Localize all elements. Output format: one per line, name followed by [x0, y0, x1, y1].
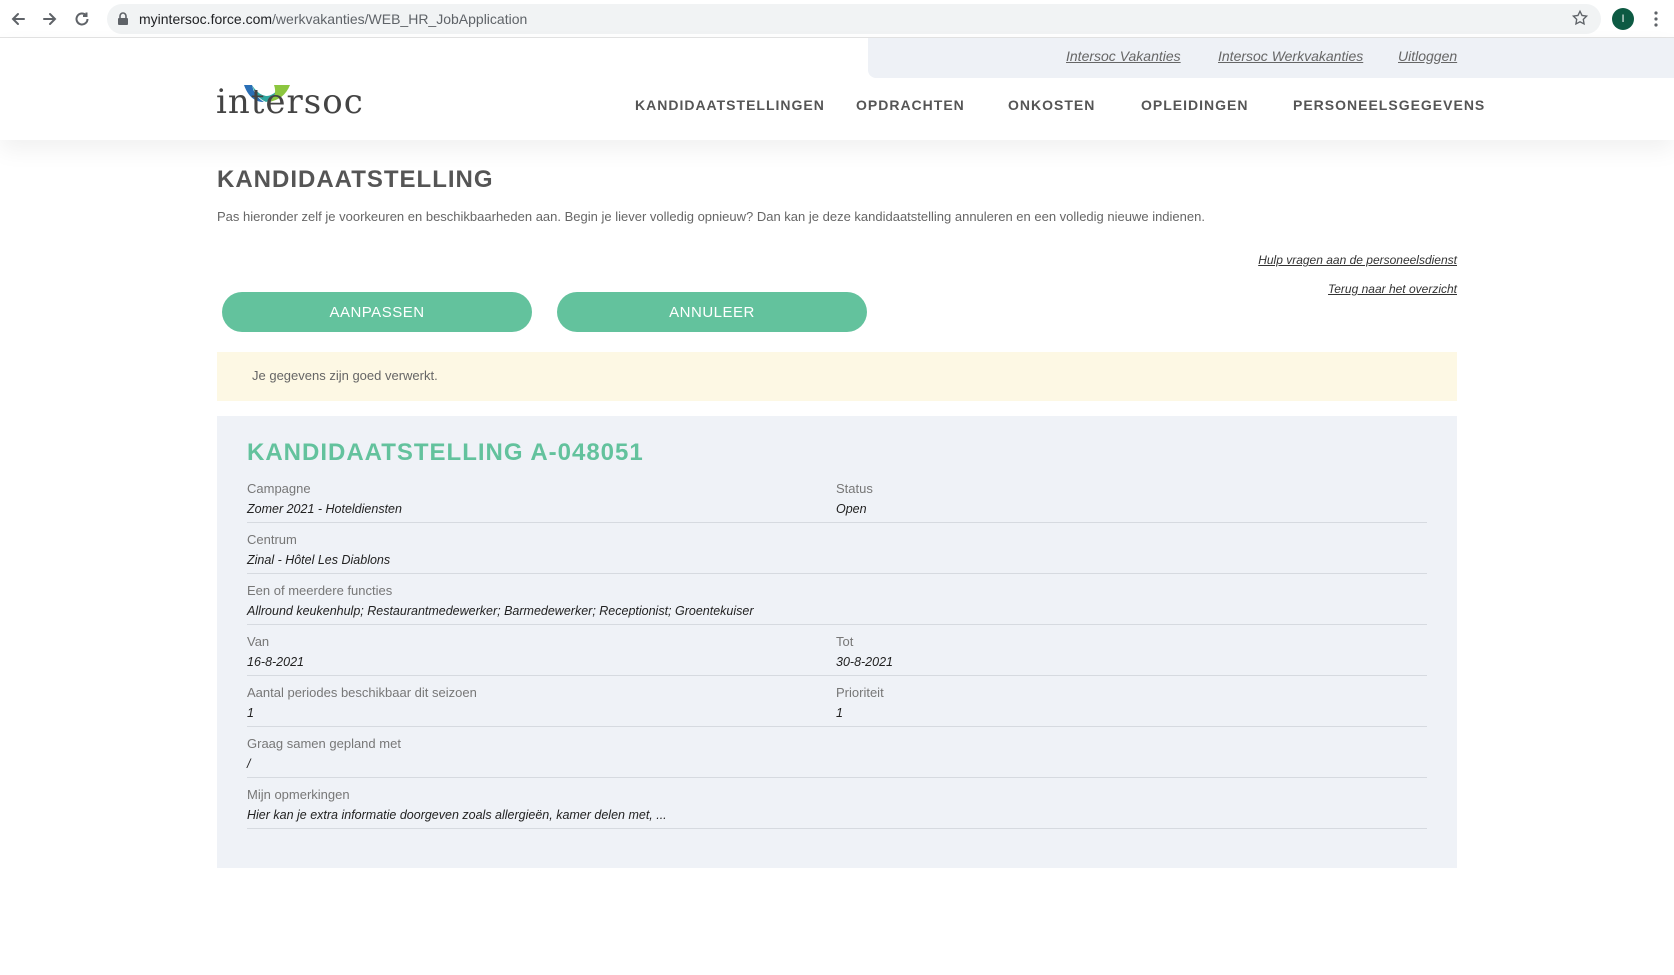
back-arrow-icon[interactable]: [6, 7, 30, 31]
intro-text: Pas hieronder zelf je voorkeuren en besc…: [217, 209, 1205, 224]
address-bar[interactable]: myintersoc.force.com/werkvakanties/WEB_H…: [107, 4, 1601, 34]
field-label: Centrum: [247, 532, 297, 547]
utility-bar: Intersoc Vakanties Intersoc Werkvakantie…: [868, 38, 1674, 78]
field-label: Graag samen gepland met: [247, 736, 401, 751]
field-label: Een of meerdere functies: [247, 583, 393, 598]
detail-row: Een of meerdere functies Allround keuken…: [247, 577, 1427, 625]
link-intersoc-werkvakanties[interactable]: Intersoc Werkvakanties: [1218, 48, 1363, 64]
field-label: Status: [836, 481, 873, 496]
detail-row: Graag samen gepland met /: [247, 730, 1427, 778]
nav-opdrachten[interactable]: OPDRACHTEN: [856, 97, 965, 113]
field-campagne: Campagne Zomer 2021 - Hoteldiensten: [247, 475, 402, 517]
nav-onkosten[interactable]: ONKOSTEN: [1008, 97, 1095, 113]
field-value: /: [247, 757, 251, 771]
success-notice: Je gegevens zijn goed verwerkt.: [217, 352, 1457, 401]
link-uitloggen[interactable]: Uitloggen: [1398, 48, 1457, 64]
application-details-card: KANDIDAATSTELLING A-048051 Campagne Zome…: [217, 416, 1457, 868]
field-label: Tot: [836, 634, 854, 649]
field-status: Status Open: [836, 475, 873, 517]
card-title: KANDIDAATSTELLING A-048051: [247, 439, 644, 466]
edit-button[interactable]: AANPASSEN: [222, 292, 532, 332]
field-functies: Een of meerdere functies Allround keuken…: [247, 577, 754, 619]
field-samen-gepland: Graag samen gepland met /: [247, 730, 401, 772]
field-van: Van 16-8-2021: [247, 628, 304, 670]
menu-dots-icon[interactable]: [1646, 8, 1666, 30]
field-value: Zomer 2021 - Hoteldiensten: [247, 502, 402, 516]
bookmark-star-icon[interactable]: [1571, 9, 1589, 32]
field-value: Open: [836, 502, 867, 516]
field-tot: Tot 30-8-2021: [836, 628, 893, 670]
help-link[interactable]: Hulp vragen aan de personeelsdienst: [1258, 253, 1457, 267]
field-value: Zinal - Hôtel Les Diablons: [247, 553, 391, 567]
profile-avatar[interactable]: I: [1612, 8, 1634, 30]
field-label: Van: [247, 634, 270, 649]
detail-row: Mijn opmerkingen Hier kan je extra infor…: [247, 781, 1427, 829]
field-centrum: Centrum Zinal - Hôtel Les Diablons: [247, 526, 390, 568]
detail-row: Campagne Zomer 2021 - Hoteldiensten Stat…: [247, 475, 1427, 523]
field-label: Prioriteit: [836, 685, 884, 700]
url-text: myintersoc.force.com/werkvakanties/WEB_H…: [139, 11, 528, 27]
field-prioriteit: Prioriteit 1: [836, 679, 884, 721]
site-header: Intersoc Vakanties Intersoc Werkvakantie…: [0, 38, 1674, 140]
field-value: 30-8-2021: [836, 655, 893, 669]
browser-toolbar: myintersoc.force.com/werkvakanties/WEB_H…: [0, 0, 1674, 38]
page-title: KANDIDAATSTELLING: [217, 166, 494, 193]
reload-icon[interactable]: [70, 7, 94, 31]
field-value: 1: [247, 706, 254, 720]
field-value: Hier kan je extra informatie doorgeven z…: [247, 808, 667, 822]
notice-text: Je gegevens zijn goed verwerkt.: [252, 368, 438, 383]
detail-row: Aantal periodes beschikbaar dit seizoen …: [247, 679, 1427, 727]
field-opmerkingen: Mijn opmerkingen Hier kan je extra infor…: [247, 781, 667, 823]
field-periodes: Aantal periodes beschikbaar dit seizoen …: [247, 679, 477, 721]
detail-row: Van 16-8-2021 Tot 30-8-2021: [247, 628, 1427, 676]
link-intersoc-vakanties[interactable]: Intersoc Vakanties: [1066, 48, 1181, 64]
detail-row: Centrum Zinal - Hôtel Les Diablons: [247, 526, 1427, 574]
field-value: 16-8-2021: [247, 655, 304, 669]
field-value: 1: [836, 706, 843, 720]
nav-opleidingen[interactable]: OPLEIDINGEN: [1141, 97, 1248, 113]
back-to-overview-link[interactable]: Terug naar het overzicht: [1328, 282, 1457, 296]
field-label: Mijn opmerkingen: [247, 787, 350, 802]
nav-kandidaatstellingen[interactable]: KANDIDAATSTELLINGEN: [635, 97, 825, 113]
field-label: Aantal periodes beschikbaar dit seizoen: [247, 685, 477, 700]
logo-text: intersoc: [216, 82, 364, 122]
field-label: Campagne: [247, 481, 311, 496]
lock-icon: [117, 12, 129, 31]
field-value: Allround keukenhulp; Restaurantmedewerke…: [247, 604, 754, 618]
forward-arrow-icon[interactable]: [38, 7, 62, 31]
cancel-button[interactable]: ANNULEER: [557, 292, 867, 332]
nav-personeelsgegevens[interactable]: PERSONEELSGEGEVENS: [1293, 97, 1485, 113]
